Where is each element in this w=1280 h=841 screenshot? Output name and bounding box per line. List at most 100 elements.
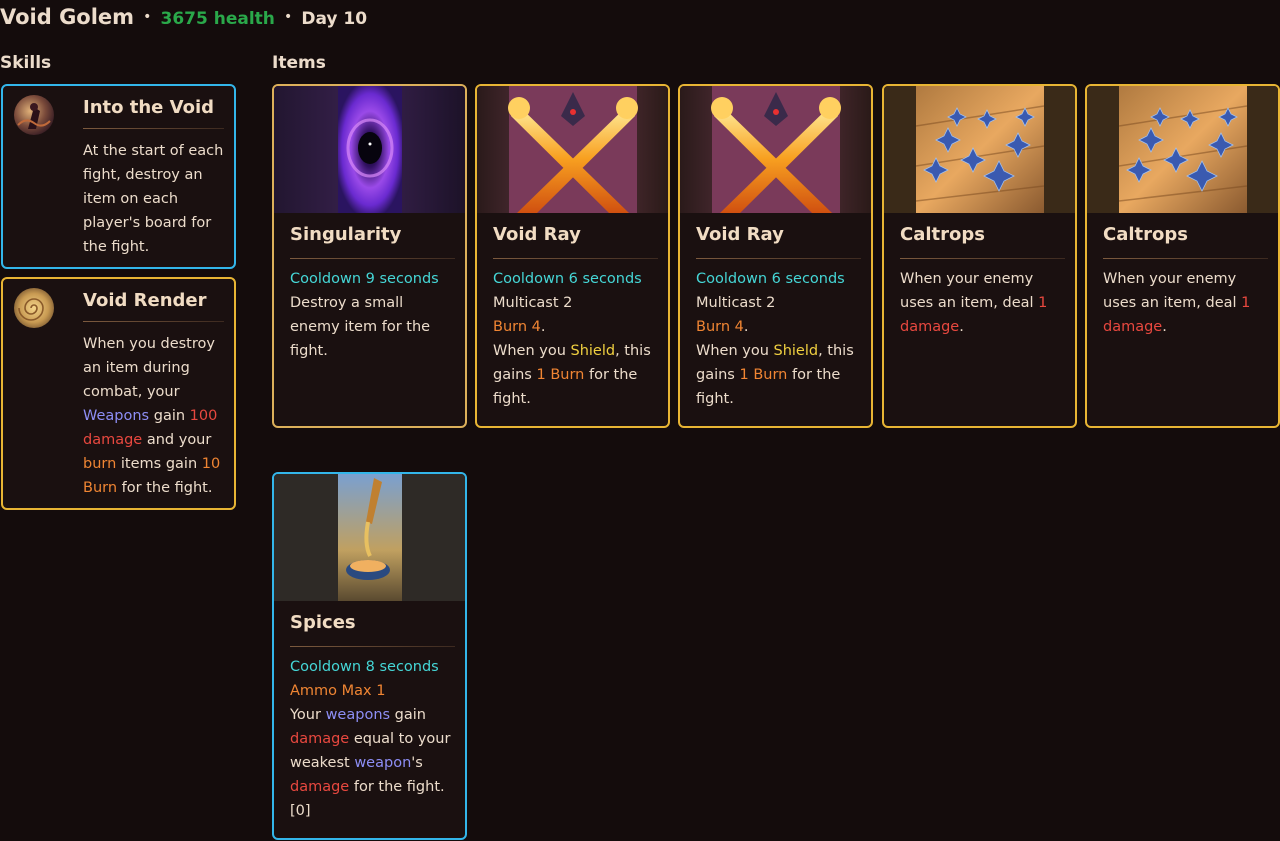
desc-line: When your enemy [900, 271, 1034, 287]
desc-line: uses an item, deal 1 [900, 291, 1067, 315]
divider [900, 258, 1065, 259]
desc-text: for the [584, 367, 638, 383]
cooldown: Cooldown 6 seconds [696, 271, 845, 287]
item-description: When your enemy uses an item, deal 1 dam… [900, 267, 1067, 339]
desc-line: When you destroy [83, 336, 215, 352]
multicast: Multicast 2 [696, 295, 776, 311]
desc-line: the fight. [83, 239, 150, 255]
spices-art-icon [274, 474, 465, 601]
desc-line: When you Shield, this [696, 339, 863, 363]
desc-text: . [540, 319, 546, 335]
burn-stat: Burn 4 [696, 319, 744, 335]
desc-text: 's [411, 755, 423, 771]
void-ray-art-icon [680, 86, 871, 213]
desc-line: fight. [290, 343, 328, 359]
skill-description: When you destroy an item during combat, … [83, 332, 226, 500]
desc-line: uses an item, deal 1 [1103, 291, 1270, 315]
item-description: When your enemy uses an item, deal 1 dam… [1103, 267, 1270, 339]
burn-keyword: 1 Burn [536, 367, 585, 383]
cooldown: Cooldown 6 seconds [493, 271, 642, 287]
burn-value: 10 [201, 456, 221, 472]
desc-text: for the [787, 367, 841, 383]
item-name: Void Ray [493, 224, 581, 245]
desc-text: for the fight. [117, 480, 213, 496]
item-description: Cooldown 8 seconds Ammo Max 1 Your weapo… [290, 655, 457, 823]
desc-line: gains 1 Burn for the [696, 363, 863, 387]
ammo: Ammo Max 1 [290, 683, 386, 699]
shield-keyword: Shield [570, 343, 616, 359]
caltrops-art-icon [884, 86, 1075, 213]
desc-line: damage equal to your [290, 727, 457, 751]
caltrops-art-icon [1087, 86, 1278, 213]
desc-line: player's board for [83, 215, 212, 231]
damage-value: 1 [1038, 295, 1048, 311]
shield-keyword: Shield [773, 343, 819, 359]
desc-line: damage. [900, 315, 1067, 339]
burn-keyword: 1 Burn [739, 367, 788, 383]
desc-line: When your enemy [1103, 271, 1237, 287]
skill-card-void-render[interactable]: Void Render When you destroy an item dur… [1, 277, 236, 510]
desc-text: When you [696, 343, 774, 359]
desc-line: an item during [83, 360, 190, 376]
void-render-skill-icon [14, 288, 54, 328]
item-card-caltrops[interactable]: Caltrops When your enemy uses an item, d… [1085, 84, 1280, 428]
divider [83, 321, 224, 322]
item-name: Void Ray [696, 224, 784, 245]
skill-name: Void Render [83, 290, 207, 311]
divider [290, 258, 455, 259]
item-name: Spices [290, 612, 356, 633]
item-name: Caltrops [900, 224, 985, 245]
divider [83, 128, 224, 129]
item-name: Caltrops [1103, 224, 1188, 245]
void-ray-art-icon [477, 86, 668, 213]
weapons-keyword: weapons [325, 707, 391, 723]
item-description: Cooldown 6 seconds Multicast 2 Burn 4. W… [493, 267, 660, 411]
desc-line: enemy item for the [290, 319, 431, 335]
into-the-void-skill-icon [14, 95, 54, 135]
desc-text: weakest [290, 755, 355, 771]
desc-text: . [743, 319, 749, 335]
counter-value: [0] [290, 803, 311, 819]
desc-line: Destroy a small [290, 295, 404, 311]
desc-text: items gain [116, 456, 202, 472]
desc-text: gain [390, 707, 426, 723]
desc-line: Your weapons gain [290, 703, 457, 727]
desc-line: gains 1 Burn for the [493, 363, 660, 387]
item-card-void-ray[interactable]: Void Ray Cooldown 6 seconds Multicast 2 … [678, 84, 873, 428]
divider [290, 646, 455, 647]
divider [696, 258, 861, 259]
day-counter: Day 10 [301, 9, 368, 29]
skill-card-into-the-void[interactable]: Into the Void At the start of each fight… [1, 84, 236, 269]
burn-keyword: Burn [83, 480, 118, 496]
item-card-caltrops[interactable]: Caltrops When your enemy uses an item, d… [882, 84, 1077, 428]
damage-keyword: damage [290, 731, 350, 747]
damage-value: 100 [189, 408, 218, 424]
damage-keyword: damage [290, 779, 350, 795]
item-card-singularity[interactable]: Singularity Cooldown 9 seconds Destroy a… [272, 84, 467, 428]
desc-line: burn items gain 10 [83, 452, 226, 476]
desc-line: Burn 4. [696, 315, 863, 339]
item-card-spices[interactable]: Spices Cooldown 8 seconds Ammo Max 1 You… [272, 472, 467, 840]
desc-text: uses an item, deal [900, 295, 1039, 311]
item-description: Cooldown 9 seconds Destroy a small enemy… [290, 267, 457, 363]
desc-text: , this [615, 343, 651, 359]
desc-text: . [959, 319, 964, 335]
desc-line: combat, your [83, 384, 180, 400]
item-card-void-ray[interactable]: Void Ray Cooldown 6 seconds Multicast 2 … [475, 84, 670, 428]
desc-line: weakest weapon's [290, 751, 457, 775]
damage-keyword: damage [83, 432, 143, 448]
damage-value: 1 [1241, 295, 1251, 311]
desc-text: When you [493, 343, 571, 359]
enemy-header: Void Golem • 3675 health • Day 10 [0, 5, 367, 33]
desc-line: When you Shield, this [493, 339, 660, 363]
desc-line: item on each [83, 191, 179, 207]
desc-text: Your [290, 707, 326, 723]
desc-text: gains [696, 367, 740, 383]
desc-line: damage and your [83, 428, 226, 452]
desc-text: and your [142, 432, 212, 448]
desc-line: At the start of each [83, 143, 224, 159]
header-separator: • [143, 9, 152, 25]
desc-line: fight. [696, 391, 734, 407]
skill-name: Into the Void [83, 97, 215, 118]
divider [1103, 258, 1268, 259]
